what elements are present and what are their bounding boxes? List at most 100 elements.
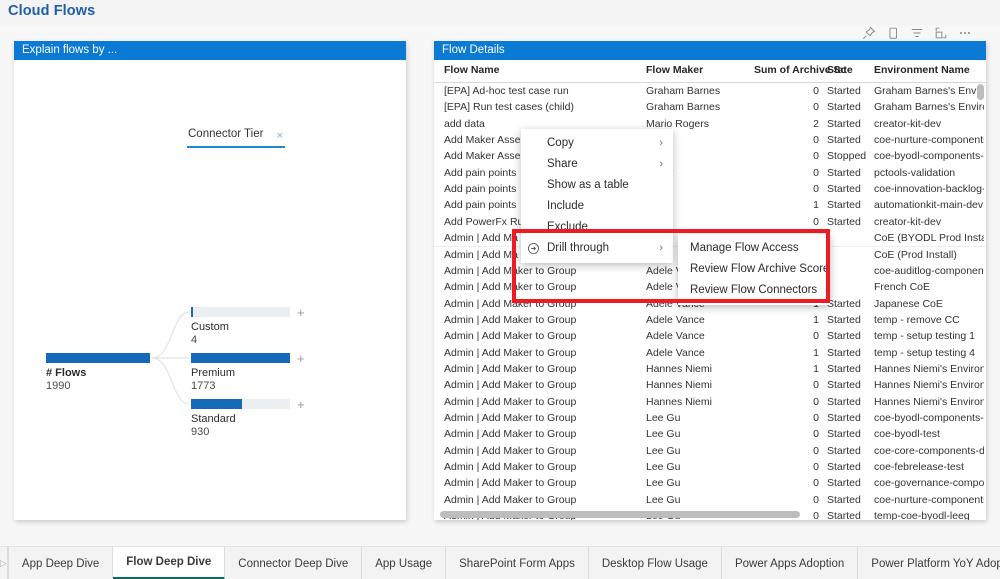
table-cell: 1: [813, 313, 819, 326]
submenu-item-review-flow-connectors[interactable]: Review Flow Connectors: [678, 280, 830, 301]
chevron-right-icon: ›: [659, 137, 663, 149]
tree-node-root[interactable]: # Flows 1990: [46, 353, 150, 392]
table-cell: Admin | Add Maker to Group: [444, 461, 577, 474]
table-row[interactable]: [EPA] Ad-hoc test case run Graham Barnes 0…: [434, 83, 986, 101]
tab-connector-deep-dive[interactable]: Connector Deep Dive: [225, 547, 363, 579]
tab-scroll-previous-button[interactable]: ▷: [0, 547, 8, 579]
table-row[interactable]: Admin | Add Maker to GroupLee Gu0Started…: [434, 459, 986, 477]
drill-through-submenu[interactable]: Manage Flow Access Review Flow Archive S…: [678, 234, 830, 305]
table-cell: Adele Vance: [646, 313, 705, 326]
table-cell: 0: [813, 412, 819, 424]
table-row[interactable]: [EPA] Run test cases (child) Graham Barne…: [434, 99, 986, 117]
table-cell: Admin | Add Maker to Group: [444, 362, 577, 375]
table-row[interactable]: Admin | Add Maker to GroupAdele Vance1St…: [434, 344, 986, 362]
table-header-row: Flow NameFlow MakerSum of Archive ScoreS…: [434, 60, 986, 83]
context-menu-item-label: Drill through: [547, 242, 609, 254]
table-cell: automationkit-main-dev: [874, 199, 984, 212]
tab-sharepoint-form-apps[interactable]: SharePoint Form Apps: [446, 547, 589, 579]
table-cell: Japanese CoE: [874, 297, 943, 310]
table-column-header[interactable]: Flow Maker: [646, 64, 756, 76]
focus-mode-icon[interactable]: [934, 26, 948, 40]
table-cell: 0: [813, 461, 819, 474]
more-options-icon[interactable]: [958, 26, 972, 40]
table-row[interactable]: Add Maker Asse 0 Stopped coe-byodl-componen…: [434, 148, 986, 166]
table-row[interactable]: Admin | Add Maker to GroupLee Gu0Started…: [434, 426, 986, 444]
tab-label: Desktop Flow Usage: [601, 557, 708, 570]
table-row[interactable]: Admin | Add Maker to GroupLee Gu0Started…: [434, 442, 986, 461]
tab-power-platform-yoy-adopti[interactable]: Power Platform YoY Adopti: [858, 547, 1000, 579]
table-vertical-scrollbar[interactable]: [977, 84, 984, 516]
context-menu-item-include[interactable]: Include: [521, 196, 673, 217]
table-row[interactable]: Add pain pointserator0Startedpctools-val…: [434, 164, 986, 183]
table-cell: Admin | Add Maker to Group: [444, 297, 577, 310]
tab-desktop-flow-usage[interactable]: Desktop Flow Usage: [588, 547, 722, 579]
table-cell: temp-coe-byodl-leeg: [874, 510, 970, 520]
table-cell: creator-kit-dev: [874, 117, 942, 130]
chevron-right-icon: ›: [659, 158, 663, 170]
table-row[interactable]: Admin | Add Maker to Group Hannes Niemi 1 S…: [434, 360, 986, 379]
table-cell: temp - remove CC: [874, 313, 960, 326]
tab-flow-deep-dive[interactable]: Flow Deep Dive: [113, 547, 226, 579]
tree-node-bar-track: [191, 399, 290, 409]
table-row[interactable]: Admin | Add Maker to GroupLee Gu0Started…: [434, 475, 986, 493]
context-menu[interactable]: Copy › Share › Show as a table Include E…: [521, 129, 673, 263]
table-row[interactable]: add data Mario Rogers 2 Started creator-kit-…: [434, 115, 986, 134]
table-row[interactable]: Admin | Add Maker to Group Adele Vance 0 St…: [434, 328, 986, 346]
table-column-header[interactable]: Flow Name: [444, 64, 644, 76]
table-cell: Hannes Niemi's Environment: [874, 379, 984, 392]
table-row[interactable]: Add pain pointsby1Startedautomationkit-m…: [434, 197, 986, 215]
tab-app-usage[interactable]: App Usage: [362, 547, 447, 579]
tree-node-bar-fill: [46, 353, 150, 363]
tree-node-bar-fill: [191, 353, 290, 363]
tree-node-standard[interactable]: Standard 930 +: [191, 398, 305, 438]
table-cell: Graham Barnes's Environment: [874, 85, 984, 97]
submenu-item-label: Review Flow Connectors: [690, 284, 818, 296]
tab-app-deep-dive[interactable]: App Deep Dive: [8, 547, 114, 579]
expand-node-icon[interactable]: +: [297, 352, 305, 365]
tab-label: Flow Deep Dive: [126, 556, 212, 568]
copy-icon[interactable]: [886, 26, 900, 40]
context-menu-item-show-as-a-table[interactable]: Show as a table: [521, 175, 673, 196]
table-cell: temp - setup testing 4: [874, 346, 975, 359]
pin-icon[interactable]: [862, 26, 876, 40]
table-cell: 2: [813, 117, 819, 130]
table-row[interactable]: Admin | Add Maker to GroupAdele Vance1St…: [434, 311, 986, 330]
table-row[interactable]: Admin | Add Maker to GroupLee Gu0Started…: [434, 410, 986, 428]
tree-node-bar-track: [46, 353, 150, 363]
table-row[interactable]: Add pain points 0 Started coe-innovation-ba…: [434, 181, 986, 199]
context-menu-item-exclude[interactable]: Exclude: [521, 217, 673, 238]
table-row[interactable]: Add Maker Asse 0 Started coe-nurture-compon…: [434, 132, 986, 150]
context-menu-item-share[interactable]: Share ›: [521, 154, 673, 175]
table-column-header[interactable]: Environment Name: [874, 64, 984, 76]
table-row[interactable]: Add PowerFx Rulrs0Startedcreator-kit-dev: [434, 213, 986, 232]
tree-node-premium[interactable]: Premium 1773 +: [191, 352, 305, 392]
table-cell: coe-auditlog-components-dev: [874, 264, 984, 277]
submenu-item-review-flow-archive-score[interactable]: Review Flow Archive Score: [678, 259, 830, 280]
table-cell: Lee Gu: [646, 428, 681, 441]
table-vertical-scrollbar-thumb[interactable]: [977, 84, 984, 100]
table-row[interactable]: Admin | Add Maker to Group Hannes Niemi 0 S…: [434, 393, 986, 411]
tab-label: Power Apps Adoption: [734, 557, 845, 570]
tab-power-apps-adoption[interactable]: Power Apps Adoption: [721, 547, 859, 579]
context-menu-item-copy[interactable]: Copy ›: [521, 133, 673, 154]
table-cell: creator-kit-dev: [874, 215, 942, 228]
drill-through-icon: [527, 242, 540, 255]
expand-node-icon[interactable]: +: [297, 306, 305, 319]
context-menu-item-drill-through[interactable]: Drill through ›: [521, 238, 673, 259]
table-horizontal-scrollbar-thumb[interactable]: [440, 511, 800, 518]
submenu-item-manage-flow-access[interactable]: Manage Flow Access: [678, 238, 830, 259]
table-row[interactable]: Admin | Add Maker to Group Hannes Niemi 0 S…: [434, 377, 986, 395]
table-cell: 0: [813, 477, 819, 490]
tree-node-label: Premium: [191, 367, 236, 379]
tree-node-bar-track: [191, 307, 290, 317]
expand-node-icon[interactable]: +: [297, 398, 305, 411]
filter-icon[interactable]: [910, 26, 924, 40]
page-tab-strip: ▷ s App Deep DiveFlow Deep DiveConnector…: [0, 546, 1000, 579]
tree-node-bar-fill: [191, 307, 193, 317]
table-row[interactable]: Admin | Add Maker to GroupLee Gu0Started…: [434, 491, 986, 510]
submenu-item-label: Manage Flow Access: [690, 242, 799, 254]
table-cell: coe-nurture-components-dev: [874, 493, 984, 506]
table-cell: Hannes Niemi's Environment: [874, 362, 984, 375]
tree-node-custom[interactable]: Custom 4 +: [191, 306, 305, 346]
table-cell: coe-byodl-components-dev: [874, 412, 984, 424]
